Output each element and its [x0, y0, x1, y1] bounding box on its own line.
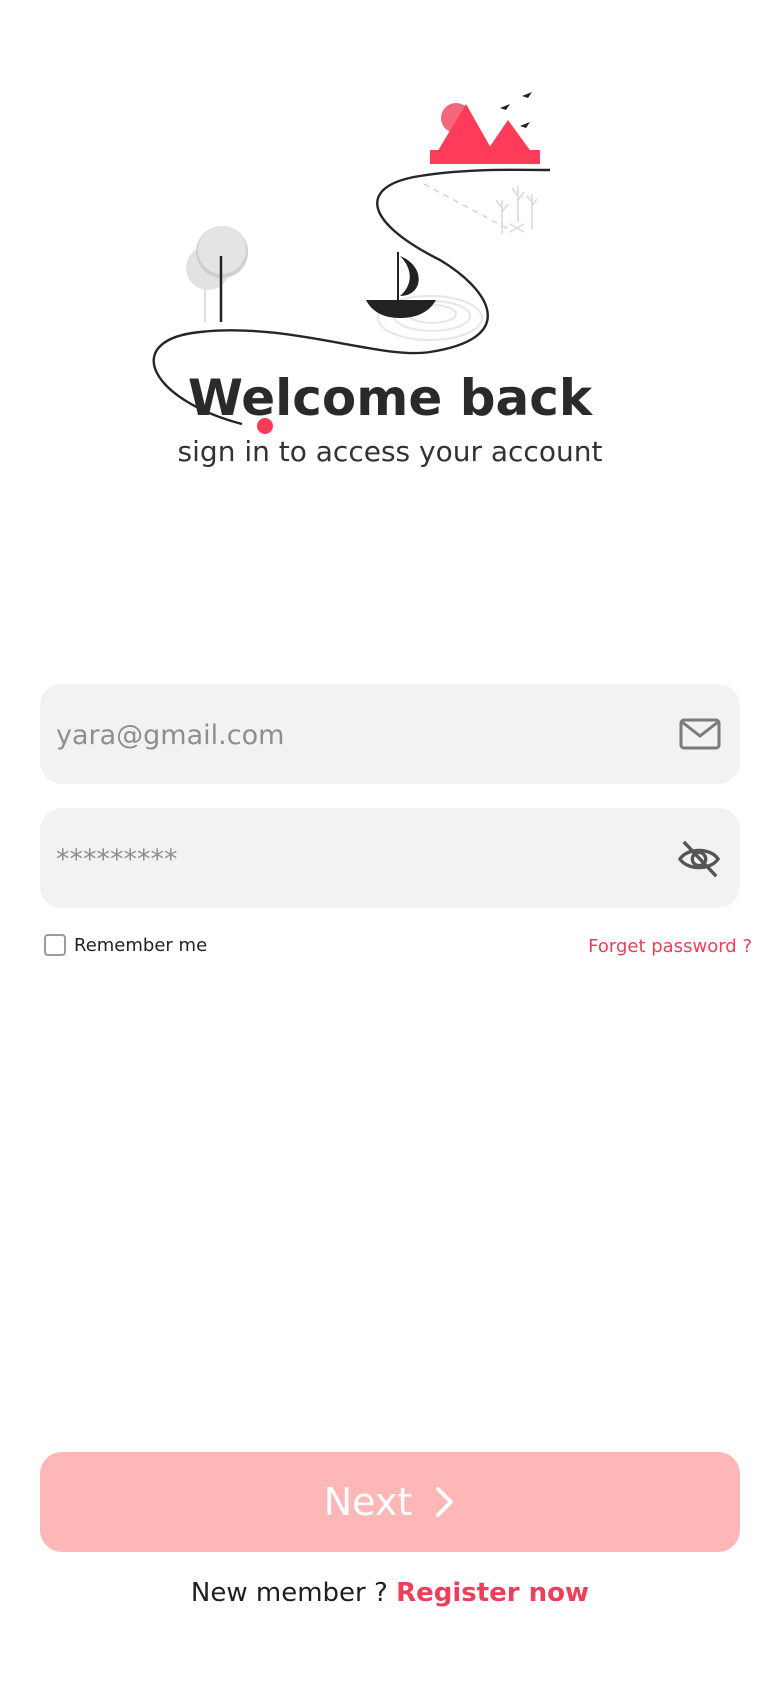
next-label: Next [323, 1480, 413, 1524]
sailboat-illustration [366, 252, 436, 318]
chevron-right-icon [436, 1487, 454, 1517]
next-button[interactable]: Next [40, 1452, 740, 1552]
forget-password-link[interactable]: Forget password ? [588, 936, 752, 957]
remember-label: Remember me [74, 934, 208, 956]
email-field[interactable] [54, 684, 658, 786]
password-field-container [40, 808, 740, 910]
register-link[interactable]: Register now [396, 1578, 589, 1608]
birds-illustration [500, 92, 532, 128]
bare-trees [495, 186, 538, 234]
trees-illustration [186, 226, 248, 322]
email-field-container [40, 684, 740, 786]
mail-icon [679, 718, 721, 750]
eye-off-icon[interactable] [676, 838, 722, 880]
password-field[interactable] [54, 808, 658, 910]
page-subtitle: sign in to access your account [177, 435, 603, 468]
form-options: Remember me Forget password ? [40, 932, 752, 964]
remember-me[interactable]: Remember me [44, 934, 207, 956]
new-member-text: New member ? [190, 1578, 388, 1608]
remember-checkbox[interactable] [44, 934, 66, 956]
page-title: Welcome back [187, 369, 593, 427]
register-row: New member ? Register now [0, 1578, 780, 1608]
